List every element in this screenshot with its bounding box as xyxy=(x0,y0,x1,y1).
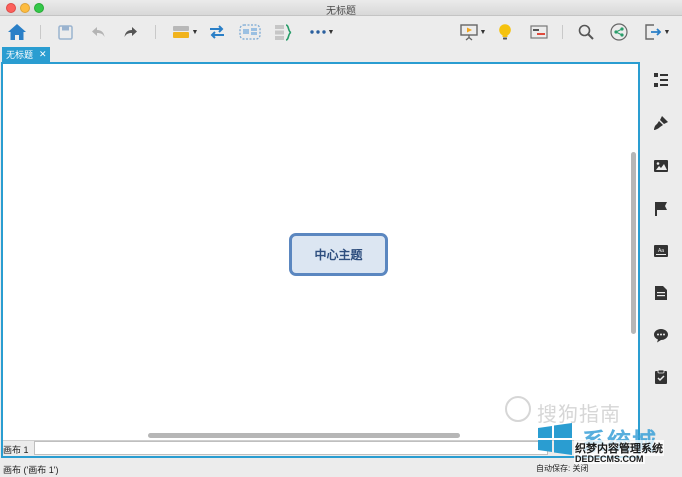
dropdown-caret-icon: ▼ xyxy=(479,28,487,36)
outline-button[interactable] xyxy=(652,71,670,89)
windows-logo-icon xyxy=(538,423,572,455)
marker-button[interactable] xyxy=(652,200,670,218)
outline-icon xyxy=(654,73,668,87)
task-button[interactable] xyxy=(652,368,670,386)
central-topic[interactable]: 中心主题 xyxy=(289,233,388,276)
insert-topic-button[interactable]: ▼ xyxy=(169,21,201,43)
dropdown-caret-icon: ▼ xyxy=(663,28,671,36)
undo-button[interactable] xyxy=(88,21,108,43)
home-button[interactable] xyxy=(6,21,28,43)
share-icon xyxy=(610,23,628,41)
redo-icon xyxy=(124,26,137,37)
status-sheet-text: 画布 ('画布 1') xyxy=(3,465,59,475)
gantt-button[interactable] xyxy=(528,21,550,43)
title-bar: 无标题 xyxy=(0,0,682,17)
app-window: 无标题 ▼ ▼ ▼ ▼ 无标题 ✕ 中心主题 搜狗指南 画布 1 画布 ('画布… xyxy=(0,0,682,477)
brush-icon xyxy=(654,116,668,130)
search-icon xyxy=(578,24,594,40)
relationship-button[interactable] xyxy=(206,21,228,43)
toolbar-separator xyxy=(155,25,156,39)
notes-button[interactable] xyxy=(652,284,670,302)
tab-untitled[interactable]: 无标题 ✕ xyxy=(2,47,50,62)
format-button[interactable] xyxy=(652,114,670,132)
toolbar: ▼ ▼ ▼ ▼ xyxy=(0,17,682,46)
save-button[interactable] xyxy=(55,21,75,43)
insert-topic-icon xyxy=(172,26,189,38)
image-button[interactable] xyxy=(652,157,670,175)
brainstorm-button[interactable] xyxy=(495,21,515,43)
more-button[interactable]: ▼ xyxy=(306,21,338,43)
comments-button[interactable] xyxy=(652,326,670,344)
horizontal-scrollbar[interactable] xyxy=(148,433,460,438)
sheet-tab-strip[interactable] xyxy=(34,441,548,455)
vertical-scrollbar[interactable] xyxy=(631,152,636,334)
gantt-icon xyxy=(530,25,548,39)
search-button[interactable] xyxy=(575,21,597,43)
tab-label: 无标题 xyxy=(6,50,34,60)
export-icon xyxy=(644,24,661,40)
sogou-logo-icon xyxy=(505,396,531,422)
redo-button[interactable] xyxy=(120,21,140,43)
export-button[interactable]: ▼ xyxy=(640,21,674,43)
comments-icon xyxy=(654,328,668,342)
share-button[interactable] xyxy=(608,21,630,43)
more-icon xyxy=(309,30,326,34)
image-icon xyxy=(654,160,668,172)
dedecms-text-en: DEDECMS.COM xyxy=(574,454,645,464)
toolbar-separator xyxy=(40,25,41,39)
style-button[interactable]: Aa xyxy=(652,242,670,260)
style-icon: Aa xyxy=(654,245,668,257)
window-title: 无标题 xyxy=(326,6,356,17)
dropdown-caret-icon: ▼ xyxy=(327,28,335,36)
undo-icon xyxy=(91,26,104,37)
relationship-icon xyxy=(210,25,224,39)
presentation-icon xyxy=(459,23,478,40)
summary-button[interactable] xyxy=(272,21,294,43)
close-icon[interactable]: ✕ xyxy=(39,49,47,60)
toolbar-separator xyxy=(562,25,563,39)
boundary-icon xyxy=(239,24,261,40)
dropdown-caret-icon: ▼ xyxy=(191,28,199,36)
svg-text:Aa: Aa xyxy=(658,248,664,254)
lightbulb-icon xyxy=(499,24,511,40)
flag-icon xyxy=(655,202,667,216)
home-icon xyxy=(8,24,26,40)
notes-icon xyxy=(655,286,667,300)
save-icon xyxy=(57,24,73,40)
clipboard-check-icon xyxy=(655,369,667,384)
presentation-button[interactable]: ▼ xyxy=(456,21,490,43)
sheet-tab-label[interactable]: 画布 1 xyxy=(3,443,29,456)
boundary-button[interactable] xyxy=(238,21,262,43)
summary-icon xyxy=(275,23,292,41)
xitongcheng-watermark: 系统城 织梦内容管理系统 DEDECMS.COM xyxy=(530,418,682,474)
